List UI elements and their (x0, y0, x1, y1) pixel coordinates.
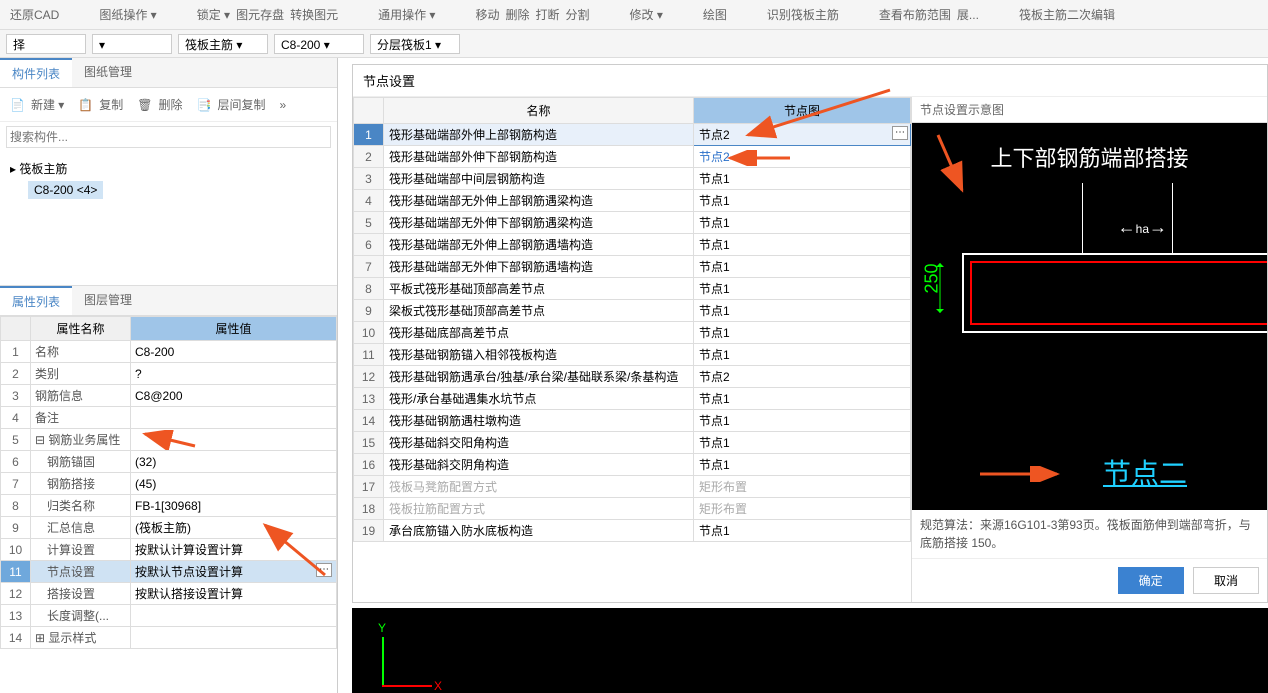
paper-ops[interactable]: 图纸操作 ▾ (99, 6, 156, 23)
node-row[interactable]: 10筏形基础底部高差节点节点1 (354, 322, 911, 344)
prop-row[interactable]: 7钢筋搭接(45) (1, 473, 337, 495)
node-row[interactable]: 7筏形基础端部无外伸下部钢筋遇墙构造节点1 (354, 256, 911, 278)
del-btn[interactable]: 删除 (505, 6, 529, 23)
prop-row[interactable]: 8归类名称FB-1[30968] (1, 495, 337, 517)
dd4[interactable]: C8-200 ▾ (274, 34, 364, 54)
layer-save[interactable]: 图元存盘 (236, 6, 284, 23)
tab-layer-mgmt[interactable]: 图层管理 (72, 286, 144, 315)
prop-row[interactable]: 3钢筋信息C8@200 (1, 385, 337, 407)
preview-caption: 规范算法：来源16G101-3第93页。筏板面筋伸到端部弯折，与底筋搭接 150… (912, 510, 1267, 558)
tree-child[interactable]: C8-200 <4> (28, 181, 103, 199)
more-icon[interactable]: » (276, 92, 291, 117)
col-name: 名称 (384, 98, 694, 124)
new-button[interactable]: 📄 新建 ▾ (6, 92, 72, 117)
preview-diagram: 上下部钢筋端部搭接 ←ha→ 250 节点二 (912, 123, 1267, 510)
general-ops[interactable]: 通用操作 ▾ (378, 6, 435, 23)
node-row[interactable]: 4筏形基础端部无外伸上部钢筋遇梁构造节点1 (354, 190, 911, 212)
lock-btn[interactable]: 锁定 ▾ (197, 6, 230, 23)
prop-row[interactable]: 11节点设置按默认节点设置计算⋯ (1, 561, 337, 583)
intercopy-button[interactable]: 📑 层间复制 (193, 92, 274, 117)
scope2-btn[interactable]: 展... (957, 6, 979, 23)
drawing-canvas[interactable]: Y X (352, 608, 1268, 693)
comp-toolbar: 📄 新建 ▾ 📋 复制 🗑 删除 📑 层间复制 » (0, 88, 337, 122)
tab-component-list[interactable]: 构件列表 (0, 58, 72, 87)
dialog-title: 节点设置 (353, 65, 1267, 97)
break-btn[interactable]: 打断 (535, 6, 559, 23)
node-table: 名称 节点图 1筏形基础端部外伸上部钢筋构造节点2⋯2筏形基础端部外伸下部钢筋构… (353, 97, 911, 542)
selector-bar: 择 ▾ 筏板主筋 ▾ C8-200 ▾ 分层筏板1 ▾ (0, 30, 1268, 58)
prop-col-val: 属性值 (131, 317, 337, 341)
axis-x-label: X (434, 679, 442, 693)
tree-root[interactable]: ▸ 筏板主筋 (10, 158, 327, 179)
diagram-title: 上下部钢筋端部搭接 (912, 141, 1267, 173)
node-row[interactable]: 5筏形基础端部无外伸下部钢筋遇梁构造节点1 (354, 212, 911, 234)
node-row[interactable]: 19承台底筋锚入防水底板构造节点1 (354, 520, 911, 542)
prop-row[interactable]: 13长度调整(... (1, 605, 337, 627)
node-row[interactable]: 12筏形基础钢筋遇承台/独基/承台梁/基础联系梁/条基构造节点2 (354, 366, 911, 388)
axis-y-label: Y (378, 621, 386, 635)
tab-prop-list[interactable]: 属性列表 (0, 286, 72, 315)
node-row[interactable]: 9梁板式筏形基础顶部高差节点节点1 (354, 300, 911, 322)
prop-row[interactable]: 1名称C8-200 (1, 341, 337, 363)
prop-col-name: 属性名称 (31, 317, 131, 341)
move-btn[interactable]: 移动 (475, 6, 499, 23)
convert-btn[interactable]: 转换图元 (290, 6, 338, 23)
prop-tabs: 属性列表 图层管理 (0, 286, 337, 316)
node-row[interactable]: 13筏形/承台基础遇集水坑节点节点1 (354, 388, 911, 410)
ellipsis-button[interactable]: ⋯ (316, 563, 332, 577)
prop-row[interactable]: 9汇总信息(筏板主筋) (1, 517, 337, 539)
cancel-button[interactable]: 取消 (1193, 567, 1259, 594)
prop-row[interactable]: 10计算设置按默认计算设置计算 (1, 539, 337, 561)
restore-cad[interactable]: 还原CAD (10, 6, 59, 23)
node-settings-dialog: 节点设置 名称 节点图 1筏形基础端部外伸上部钢筋构造节点2⋯2筏形基础端部外伸… (352, 64, 1268, 603)
draw-btn[interactable]: 绘图 (703, 6, 727, 23)
node-row[interactable]: 8平板式筏形基础顶部高差节点节点1 (354, 278, 911, 300)
ribbon-toolbar: 还原CAD 图纸操作 ▾ 锁定 ▾ 图元存盘 转换图元 通用操作 ▾ 移动 删除… (0, 0, 1268, 30)
dd1[interactable]: 择 (6, 34, 86, 54)
prop-col-num (1, 317, 31, 341)
dd5[interactable]: 分层筏板1 ▾ (370, 34, 460, 54)
node-row[interactable]: 18筏板拉筋配置方式矩形布置 (354, 498, 911, 520)
diagram-ha: ←ha→ (1118, 217, 1167, 238)
node-row[interactable]: 16筏形基础斜交阴角构造节点1 (354, 454, 911, 476)
scope-btn[interactable]: 查看布筋范围 (879, 6, 951, 23)
left-panel: 构件列表 图纸管理 📄 新建 ▾ 📋 复制 🗑 删除 📑 层间复制 » ▸ 筏板… (0, 58, 338, 693)
diagram-node-label: 节点二 (1103, 452, 1187, 492)
edit-ops[interactable]: 修改 ▾ (630, 6, 663, 23)
tab-drawing-mgmt[interactable]: 图纸管理 (72, 58, 144, 87)
node-row[interactable]: 11筏形基础钢筋锚入相邻筏板构造节点1 (354, 344, 911, 366)
node-row[interactable]: 2筏形基础端部外伸下部钢筋构造节点2 (354, 146, 911, 168)
delete-button[interactable]: 🗑 删除 (133, 92, 190, 117)
second-edit[interactable]: 筏板主筋二次编辑 (1019, 6, 1115, 23)
node-row[interactable]: 15筏形基础斜交阳角构造节点1 (354, 432, 911, 454)
col-num (354, 98, 384, 124)
node-row[interactable]: 17筏板马凳筋配置方式矩形布置 (354, 476, 911, 498)
prop-row[interactable]: 6钢筋锚固(32) (1, 451, 337, 473)
ok-button[interactable]: 确定 (1118, 567, 1184, 594)
node-row[interactable]: 6筏形基础端部无外伸上部钢筋遇墙构造节点1 (354, 234, 911, 256)
prop-row[interactable]: 4备注 (1, 407, 337, 429)
node-row[interactable]: 14筏形基础钢筋遇柱墩构造节点1 (354, 410, 911, 432)
split-btn[interactable]: 分割 (566, 6, 590, 23)
prop-row[interactable]: 12搭接设置按默认搭接设置计算 (1, 583, 337, 605)
search-input[interactable] (6, 126, 331, 148)
component-tree: ▸ 筏板主筋 C8-200 <4> (0, 152, 337, 207)
node-row[interactable]: 1筏形基础端部外伸上部钢筋构造节点2⋯ (354, 124, 911, 146)
node-row[interactable]: 3筏形基础端部中间层钢筋构造节点1 (354, 168, 911, 190)
left-tabs: 构件列表 图纸管理 (0, 58, 337, 88)
right-panel: 节点设置 名称 节点图 1筏形基础端部外伸上部钢筋构造节点2⋯2筏形基础端部外伸… (338, 58, 1268, 693)
dd3[interactable]: 筏板主筋 ▾ (178, 34, 268, 54)
prop-row[interactable]: 14⊞ 显示样式 (1, 627, 337, 649)
copy-button[interactable]: 📋 复制 (74, 92, 131, 117)
property-table: 属性名称 属性值 1名称C8-2002类别?3钢筋信息C8@2004备注5⊟ 钢… (0, 316, 337, 649)
ellipsis-button[interactable]: ⋯ (892, 126, 908, 140)
prop-row[interactable]: 2类别? (1, 363, 337, 385)
recognize-btn[interactable]: 识别筏板主筋 (767, 6, 839, 23)
preview-panel: 节点设置示意图 上下部钢筋端部搭接 ←ha→ 250 节点二 规范算法：来源16… (911, 97, 1267, 602)
preview-title: 节点设置示意图 (912, 97, 1267, 123)
col-node: 节点图 (694, 98, 911, 124)
dd2[interactable]: ▾ (92, 34, 172, 54)
prop-row[interactable]: 5⊟ 钢筋业务属性 (1, 429, 337, 451)
